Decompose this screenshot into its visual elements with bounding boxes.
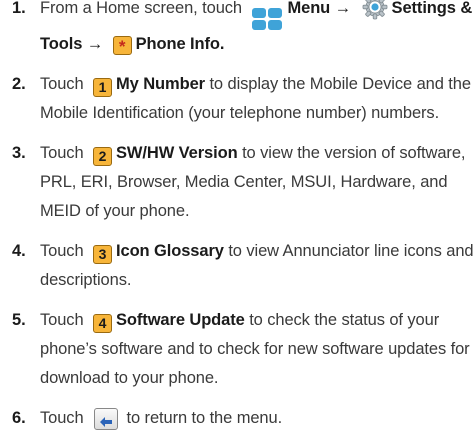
arrow-glyph: → — [334, 0, 352, 17]
arrow-glyph: → — [86, 35, 104, 53]
number-key-icon: 1 — [93, 78, 113, 97]
step-lead: Touch — [40, 242, 84, 260]
option-label: My Number — [116, 75, 205, 93]
step-number: 5. — [12, 311, 26, 329]
back-arrow-icon — [94, 408, 119, 430]
steps-list: 1. From a Home screen, touch Menu → Sett… — [0, 0, 475, 433]
step-lead: Touch — [40, 75, 84, 93]
option-label: Icon Glossary — [116, 242, 224, 260]
step-number: 2. — [12, 75, 26, 93]
number-key-icon: 2 — [93, 147, 113, 166]
option-label: SW/HW Version — [116, 144, 238, 162]
step-4: 4. Touch 3 Icon Glossary to view Annuncia… — [0, 237, 475, 295]
step-1: 1. From a Home screen, touch Menu → Sett… — [0, 0, 475, 59]
menu-grid-icon — [252, 8, 283, 30]
step-lead: Touch — [40, 144, 84, 162]
phone-info-label: Phone Info — [135, 35, 220, 53]
number-key-icon: 3 — [93, 245, 113, 264]
sentence-end: . — [219, 35, 225, 53]
instruction-page: 1. From a Home screen, touch Menu → Sett… — [0, 0, 475, 444]
step-6: 6. Touch to return to the menu. — [0, 404, 475, 433]
number-key-icon: 4 — [93, 314, 113, 333]
step-number: 1. — [12, 0, 26, 17]
step-text: to return to the menu. — [126, 409, 283, 427]
step-text: From a Home screen, touch — [40, 0, 242, 17]
option-label: Software Update — [116, 311, 245, 329]
step-number: 3. — [12, 144, 26, 162]
step-number: 4. — [12, 242, 26, 260]
step-2: 2. Touch 1 My Number to display the Mobil… — [0, 70, 475, 128]
step-lead: Touch — [40, 311, 84, 329]
step-lead: Touch — [40, 409, 84, 427]
menu-label: Menu — [287, 0, 331, 17]
step-number: 6. — [12, 409, 26, 427]
star-key-icon: * — [112, 36, 132, 56]
settings-gear-icon — [362, 0, 387, 20]
step-3: 3. Touch 2 SW/HW Version to view the vers… — [0, 139, 475, 226]
step-5: 5. Touch 4 Software Update to check the s… — [0, 306, 475, 393]
